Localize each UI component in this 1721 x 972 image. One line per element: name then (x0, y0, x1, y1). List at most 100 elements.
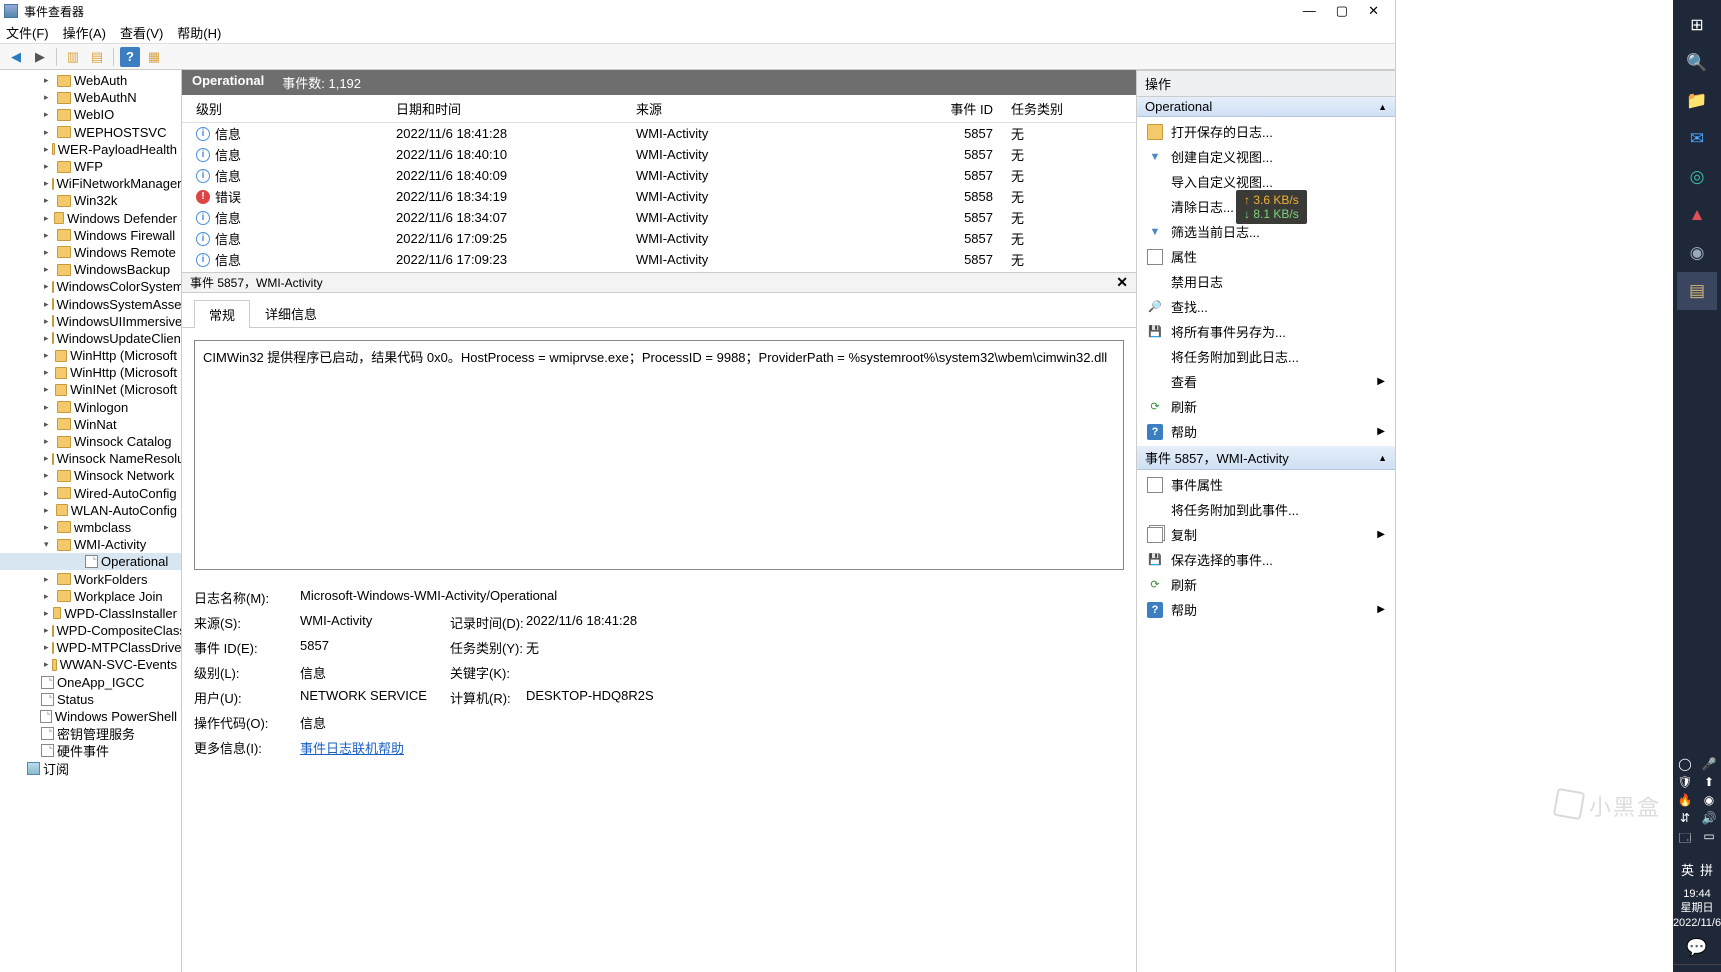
action-item[interactable]: 打开保存的日志... (1137, 119, 1395, 144)
tray-icon[interactable]: ⇵ (1680, 811, 1690, 825)
col-level[interactable]: 级别 (190, 99, 390, 118)
close-button[interactable]: ✕ (1368, 3, 1379, 19)
tray-icon[interactable]: 🔥 (1678, 793, 1693, 807)
tree-item[interactable]: ▸Winsock Catalog (0, 433, 181, 450)
tree-item[interactable]: ▸Windows Firewall (0, 227, 181, 244)
forward-button[interactable]: ▶ (30, 47, 50, 67)
tray-icon[interactable]: ◉ (1704, 793, 1714, 807)
tree-item[interactable]: ▸WPD-ClassInstaller (0, 605, 181, 622)
action-item[interactable]: 🔎查找... (1137, 294, 1395, 319)
export-icon[interactable]: ▤ (87, 47, 107, 67)
action-item[interactable]: 💾将所有事件另存为... (1137, 319, 1395, 344)
action-item[interactable]: ?帮助▶ (1137, 419, 1395, 444)
tree-item[interactable]: ▸WindowsUIImmersive (0, 313, 181, 330)
back-button[interactable]: ◀ (6, 47, 26, 67)
tree-item[interactable]: Windows PowerShell (0, 708, 181, 725)
tree-item[interactable]: ▸WFP (0, 158, 181, 175)
tree-item[interactable]: ▸WindowsColorSystem (0, 278, 181, 295)
event-row[interactable]: i信息2022/11/6 17:09:23WMI-Activity5857无 (182, 249, 1136, 270)
event-row[interactable]: i信息2022/11/6 17:09:25WMI-Activity5857无 (182, 228, 1136, 249)
action-item[interactable]: ⟳刷新 (1137, 394, 1395, 419)
tray-icon[interactable]: 🗔 (1678, 829, 1691, 850)
show-hide-action-icon[interactable]: ▦ (144, 47, 164, 67)
show-desktop[interactable] (1673, 964, 1721, 972)
volume-icon[interactable]: 🔊 (1702, 811, 1717, 825)
tree-item[interactable]: ▸WindowsBackup (0, 261, 181, 278)
tree-item[interactable]: ▸Win32k (0, 192, 181, 209)
action-item[interactable]: 禁用日志 (1137, 269, 1395, 294)
tray-icon[interactable]: 🛡 (1677, 775, 1692, 789)
event-row[interactable]: i信息2022/11/6 16:37:39WMI-Activity5857无 (182, 270, 1136, 273)
help-icon[interactable]: ? (120, 47, 140, 67)
maximize-button[interactable]: ▢ (1336, 3, 1348, 19)
action-item[interactable]: 复制▶ (1137, 522, 1395, 547)
tree-item[interactable]: ▸WindowsUpdateClient (0, 330, 181, 347)
tree-item[interactable]: OneApp_IGCC (0, 674, 181, 691)
tree-item[interactable]: ▸WinHttp (Microsoft (0, 364, 181, 381)
tab-general[interactable]: 常规 (194, 300, 250, 328)
col-event-id[interactable]: 事件 ID (905, 99, 1005, 118)
tree-item[interactable]: ▸Windows Defender (0, 210, 181, 227)
actions-group-operational[interactable]: Operational ▲ (1137, 97, 1395, 117)
notifications-icon[interactable]: 💬 (1677, 934, 1717, 962)
minimize-button[interactable]: — (1303, 3, 1316, 19)
action-item[interactable]: ⟳刷新 (1137, 572, 1395, 597)
tree-item[interactable]: 密钥管理服务 (0, 725, 181, 742)
app-icon-red[interactable]: ▲ (1677, 196, 1717, 234)
action-item[interactable]: 属性 (1137, 244, 1395, 269)
tree-item[interactable]: 订阅 (0, 760, 181, 777)
tree-item[interactable]: ▸wmbclass (0, 519, 181, 536)
eventviewer-taskbar-icon[interactable]: ▤ (1677, 272, 1717, 310)
tree-item[interactable]: ▸WPD-CompositeClassDriver (0, 622, 181, 639)
menu-file[interactable]: 文件(F) (6, 23, 49, 42)
tree-item[interactable]: 硬件事件 (0, 742, 181, 759)
tree-item[interactable]: ▸WLAN-AutoConfig (0, 502, 181, 519)
tree-item-selected[interactable]: Operational (0, 553, 181, 570)
mail-icon[interactable]: ✉ (1677, 120, 1717, 158)
edge-icon[interactable]: ◎ (1677, 158, 1717, 196)
explorer-icon[interactable]: 📁 (1677, 82, 1717, 120)
tree-item[interactable]: ▸WinNat (0, 416, 181, 433)
action-item[interactable]: 查看▶ (1137, 369, 1395, 394)
tree-item[interactable]: ▸WiFiNetworkManager (0, 175, 181, 192)
event-row[interactable]: i信息2022/11/6 18:41:28WMI-Activity5857无 (182, 123, 1136, 144)
tree-item[interactable]: ▸WER-PayloadHealth (0, 141, 181, 158)
tree-item[interactable]: ▾WMI-Activity (0, 536, 181, 553)
steam-icon[interactable]: ◉ (1677, 234, 1717, 272)
tray-icon[interactable]: ▭ (1703, 829, 1714, 850)
tree-item[interactable]: ▸WindowsSystemAssessment (0, 295, 181, 312)
menu-action[interactable]: 操作(A) (63, 23, 106, 42)
tree-item[interactable]: ▸WebAuthN (0, 89, 181, 106)
tree-item[interactable]: ▸WPD-MTPClassDriver (0, 639, 181, 656)
event-row[interactable]: i信息2022/11/6 18:40:10WMI-Activity5857无 (182, 144, 1136, 165)
tree-item[interactable]: ▸WEPHOSTSVC (0, 124, 181, 141)
tree-item[interactable]: Status (0, 691, 181, 708)
actions-group-event[interactable]: 事件 5857，WMI-Activity ▲ (1137, 446, 1395, 470)
events-grid[interactable]: 级别 日期和时间 来源 事件 ID 任务类别 i信息2022/11/6 18:4… (182, 95, 1136, 273)
taskbar[interactable]: ⊞ 🔍 📁 ✉ ◎ ▲ ◉ ▤ ◯🎤 🛡⬆ 🔥◉ ⇵🔊 🗔▭ 英 拼 19:44… (1673, 0, 1721, 972)
tree-item[interactable]: ▸Winlogon (0, 399, 181, 416)
start-button[interactable]: ⊞ (1677, 6, 1717, 44)
menu-help[interactable]: 帮助(H) (177, 23, 221, 42)
tree-pane[interactable]: ▸WebAuth▸WebAuthN▸WebIO▸WEPHOSTSVC▸WER-P… (0, 70, 182, 972)
menu-view[interactable]: 查看(V) (120, 23, 163, 42)
tree-item[interactable]: ▸WebAuth (0, 72, 181, 89)
system-tray[interactable]: ◯ 🎤 🛡 ⬆ 🔥 ◉ ⇵ 🔊 🗔 ▭ (1669, 751, 1721, 856)
taskbar-clock[interactable]: 19:44 星期日 2022/11/6 (1673, 883, 1721, 934)
col-category[interactable]: 任务类别 (1005, 99, 1085, 118)
tree-item[interactable]: ▸WinINet (Microsoft (0, 381, 181, 398)
tray-icon[interactable]: ◯ (1678, 757, 1691, 771)
tree-item[interactable]: ▸WWAN-SVC-Events (0, 656, 181, 673)
tab-details[interactable]: 详细信息 (250, 299, 332, 327)
action-item[interactable]: ?帮助▶ (1137, 597, 1395, 622)
detail-close-icon[interactable]: ✕ (1116, 274, 1128, 291)
action-item[interactable]: 将任务附加到此事件... (1137, 497, 1395, 522)
tray-icon[interactable]: ⬆ (1704, 775, 1714, 789)
tree-item[interactable]: ▸Workplace Join (0, 588, 181, 605)
event-row[interactable]: i信息2022/11/6 18:34:07WMI-Activity5857无 (182, 207, 1136, 228)
tree-item[interactable]: ▸Winsock Network (0, 467, 181, 484)
show-hide-tree-icon[interactable]: ▥ (63, 47, 83, 67)
tray-icon[interactable]: 🎤 (1702, 757, 1717, 771)
tree-item[interactable]: ▸WebIO (0, 106, 181, 123)
col-source[interactable]: 来源 (630, 99, 905, 118)
